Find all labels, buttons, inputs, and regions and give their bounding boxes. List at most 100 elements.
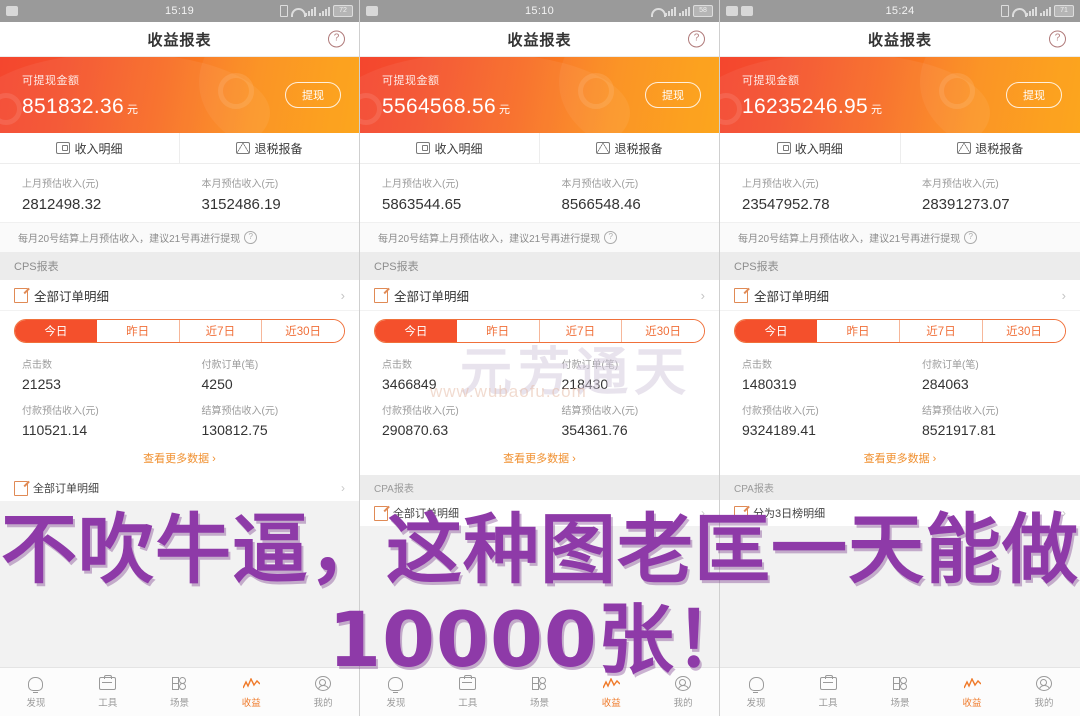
period-tab-yesterday[interactable]: 昨日 [96, 320, 180, 342]
decor-ring-icon [218, 73, 254, 109]
settlement-hint-text: 每月20号结算上月预估收入，建议21号再进行提现 [738, 234, 961, 245]
chevron-right-icon: › [700, 287, 705, 303]
period-segment[interactable]: 今日 昨日 近7日 近30日 [734, 319, 1066, 343]
period-segment-wrap: 今日 昨日 近7日 近30日 [0, 311, 359, 347]
status-bar: 15:24 71 [720, 0, 1080, 22]
period-segment[interactable]: 今日 昨日 近7日 近30日 [14, 319, 345, 343]
settlement-hint: 每月20号结算上月预估收入，建议21号再进行提现 ? [720, 222, 1080, 252]
stat-clicks-label: 点击数 [22, 360, 52, 371]
balance-banner: 可提现金额 851832.36 元 提现 [0, 57, 359, 133]
chevron-right-icon: › [340, 287, 345, 303]
period-tab-30days[interactable]: 近30日 [983, 320, 1065, 342]
entry-income-detail[interactable]: 收入明细 [0, 133, 179, 163]
balance-amount: 16235246.95 元 [742, 95, 882, 119]
all-orders-label: 全部订单明细 [34, 289, 110, 304]
all-orders-label: 全部订单明细 [754, 289, 830, 304]
nav-label-scenes: 场景 [890, 698, 910, 709]
entry-tabs: 收入明细 退税报备 [0, 133, 359, 164]
all-orders-row[interactable]: 全部订单明细 › [360, 280, 719, 311]
stat-paid-income: 付款预估收入(元) 9324189.41 [720, 402, 900, 438]
period-tab-today[interactable]: 今日 [15, 320, 97, 342]
withdraw-button[interactable]: 提现 [1006, 82, 1062, 108]
period-tab-yesterday[interactable]: 昨日 [456, 320, 540, 342]
wifi-icon [291, 7, 306, 17]
estimate-this-month-label: 本月预估收入(元) [201, 179, 279, 190]
stat-paid-income: 付款预估收入(元) 290870.63 [360, 402, 540, 438]
stat-settle-income-label: 结算预估收入(元) [561, 406, 639, 417]
nav-label-mine: 我的 [673, 698, 693, 709]
stat-settle-income-label: 结算预估收入(元) [201, 406, 279, 417]
entry-tax-refund[interactable]: 退税报备 [179, 133, 359, 163]
yuan-unit: 元 [498, 103, 511, 116]
stats-grid: 点击数 3466849 付款订单(笔) 218430 付款预估收入(元) 290… [360, 347, 719, 446]
signal2-icon [679, 6, 690, 16]
estimate-block: 上月预估收入(元) 23547952.78 本月预估收入(元) 28391273… [720, 164, 1080, 222]
help-icon[interactable]: ? [688, 30, 705, 48]
period-tab-7days[interactable]: 近7日 [900, 320, 983, 342]
period-tab-today[interactable]: 今日 [735, 320, 817, 342]
help-icon[interactable]: ? [1049, 30, 1066, 48]
period-tab-30days[interactable]: 近30日 [262, 320, 344, 342]
stats-row-1: 点击数 21253 付款订单(笔) 4250 [0, 356, 359, 392]
period-tab-today[interactable]: 今日 [375, 320, 457, 342]
stat-clicks-label: 点击数 [382, 360, 412, 371]
nav-label-tools: 工具 [458, 698, 478, 709]
estimate-last-month-value: 2812498.32 [22, 196, 102, 213]
view-more-link[interactable]: 查看更多数据 › [720, 446, 1080, 475]
settlement-hint: 每月20号结算上月预估收入，建议21号再进行提现 ? [360, 222, 719, 252]
estimate-last-month-value: 23547952.78 [742, 196, 830, 213]
all-orders-row[interactable]: 全部订单明细 › [720, 280, 1080, 311]
period-segment[interactable]: 今日 昨日 近7日 近30日 [374, 319, 705, 343]
status-bar: 15:10 58 [360, 0, 719, 22]
stats-row-1: 点击数 1480319 付款订单(笔) 284063 [720, 356, 1080, 392]
withdraw-button[interactable]: 提现 [285, 82, 341, 108]
view-more-link[interactable]: 查看更多数据 › [360, 446, 719, 475]
period-tab-yesterday[interactable]: 昨日 [817, 320, 900, 342]
balance-info: 可提现金额 5564568.56 元 [360, 72, 510, 119]
yuan-unit: 元 [870, 103, 883, 116]
all-orders-row[interactable]: 全部订单明细 › [0, 280, 359, 311]
stat-clicks-value: 1480319 [742, 376, 797, 392]
battery-icon: 71 [1054, 5, 1074, 17]
settlement-hint-text: 每月20号结算上月预估收入，建议21号再进行提现 [18, 234, 241, 245]
page-title: 收益报表 [147, 31, 212, 49]
stat-settle-income: 结算预估收入(元) 130812.75 [180, 402, 360, 438]
entry-income-detail[interactable]: 收入明细 [720, 133, 900, 163]
entry-income-detail[interactable]: 收入明细 [360, 133, 539, 163]
entry-income-label: 收入明细 [794, 141, 843, 156]
stat-paid-orders-label: 付款订单(笔) [561, 360, 619, 371]
stat-paid-orders: 付款订单(笔) 4250 [180, 356, 360, 392]
entry-tax-refund[interactable]: 退税报备 [539, 133, 719, 163]
balance-label: 可提现金额 [382, 74, 440, 87]
help-icon[interactable]: ? [328, 30, 345, 48]
stat-clicks: 点击数 3466849 [360, 356, 540, 392]
withdraw-button[interactable]: 提现 [645, 82, 701, 108]
balance-value: 851832.36 [22, 94, 124, 118]
view-more-link[interactable]: 查看更多数据 › [0, 446, 359, 475]
all-orders-label: 全部订单明细 [394, 289, 470, 304]
period-tab-7days[interactable]: 近7日 [539, 320, 623, 342]
entry-tax-label: 退税报备 [614, 141, 663, 156]
nav-label-scenes: 场景 [169, 698, 189, 709]
estimate-last-month-label: 上月预估收入(元) [382, 179, 459, 190]
stat-settle-income-value: 354361.76 [561, 422, 628, 438]
hint-help-icon[interactable]: ? [964, 231, 978, 244]
title-bar: 收益报表 ? [720, 22, 1080, 57]
mail-icon [596, 142, 611, 154]
hint-help-icon[interactable]: ? [604, 231, 618, 244]
entry-tax-refund[interactable]: 退税报备 [899, 133, 1080, 163]
hint-help-icon[interactable]: ? [244, 231, 258, 244]
balance-amount: 5564568.56 元 [382, 95, 510, 119]
stats-grid: 点击数 1480319 付款订单(笔) 284063 付款预估收入(元) 932… [720, 347, 1080, 446]
document-edit-icon [14, 287, 28, 303]
wallet-icon [56, 142, 71, 154]
period-tab-7days[interactable]: 近7日 [179, 320, 263, 342]
estimate-this-month: 本月预估收入(元) 28391273.07 [900, 175, 1080, 213]
stats-row-1: 点击数 3466849 付款订单(笔) 218430 [360, 356, 719, 392]
wifi-icon [1012, 7, 1027, 17]
period-segment-wrap: 今日 昨日 近7日 近30日 [720, 311, 1080, 347]
stat-paid-orders-label: 付款订单(笔) [922, 360, 979, 371]
balance-value: 16235246.95 [742, 94, 868, 118]
period-tab-30days[interactable]: 近30日 [622, 320, 704, 342]
stat-paid-income: 付款预估收入(元) 110521.14 [0, 402, 180, 438]
